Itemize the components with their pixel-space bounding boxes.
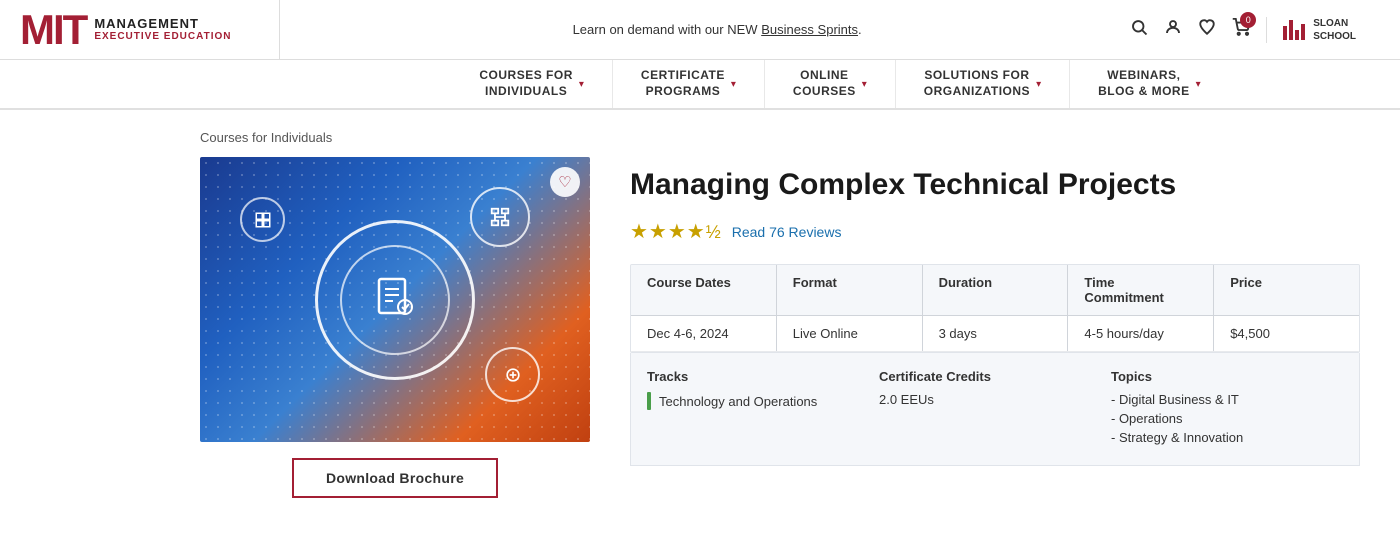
header-course-dates: Course Dates (631, 265, 777, 315)
course-layout: ♡ Download Brochure Managing Complex Tec… (200, 157, 1360, 498)
course-right-panel: Managing Complex Technical Projects ★★★★… (630, 157, 1360, 466)
topic-item-2: - Operations (1111, 411, 1343, 426)
course-details-table: Course Dates Format Duration Time Commit… (630, 264, 1360, 353)
tech-overlay (200, 157, 590, 442)
course-left-panel: ♡ Download Brochure (200, 157, 590, 498)
cell-price: $4,500 (1214, 316, 1359, 351)
tracks-label: Tracks (647, 369, 879, 384)
top-banner: MIT MANAGEMENT EXECUTIVE EDUCATION Learn… (0, 0, 1400, 60)
track-item: Technology and Operations (647, 392, 879, 410)
document-icon (377, 277, 413, 323)
banner-message: Learn on demand with our NEW Business Sp… (280, 22, 1130, 37)
topics-label: Topics (1111, 369, 1343, 384)
nav-item-online-courses[interactable]: ONLINECOURSES ▾ (765, 60, 896, 108)
favorite-button[interactable]: ♡ (550, 167, 580, 197)
business-sprints-link[interactable]: Business Sprints (761, 22, 858, 37)
credits-label: Certificate Credits (879, 369, 1111, 384)
sloan-text: SLOAN SCHOOL (1313, 17, 1356, 43)
sloan-logo: SLOAN SCHOOL (1266, 17, 1356, 43)
cell-time-commitment: 4-5 hours/day (1068, 316, 1214, 351)
favorites-button[interactable] (1198, 18, 1216, 41)
logo-area[interactable]: MIT MANAGEMENT EXECUTIVE EDUCATION (0, 0, 280, 60)
chevron-down-icon: ▾ (1196, 79, 1201, 90)
track-name: Technology and Operations (659, 394, 817, 409)
cell-duration: 3 days (923, 316, 1069, 351)
logo-subtitle: MANAGEMENT EXECUTIVE EDUCATION (94, 16, 231, 44)
topics-section: Topics - Digital Business & IT - Operati… (1111, 369, 1343, 449)
sloan-bars-icon (1283, 20, 1305, 40)
credits-value: 2.0 EEUs (879, 392, 1111, 407)
breadcrumb: Courses for Individuals (200, 130, 1360, 145)
chevron-down-icon: ▾ (1036, 79, 1041, 90)
header-time-commitment: Time Commitment (1068, 265, 1214, 315)
small-circle-left-icon (240, 197, 285, 242)
chevron-down-icon: ▾ (731, 79, 736, 90)
main-content: Courses for Individuals (0, 110, 1400, 528)
chevron-down-icon: ▾ (579, 79, 584, 90)
search-button[interactable] (1130, 18, 1148, 41)
nav-item-webinars[interactable]: WEBINARS,BLOG & MORE ▾ (1070, 60, 1229, 108)
star-rating: ★★★★½ (630, 219, 722, 244)
course-image (200, 157, 590, 442)
track-color-bar (647, 392, 651, 410)
table-header-row: Course Dates Format Duration Time Commit… (631, 265, 1359, 316)
chevron-down-icon: ▾ (862, 79, 867, 90)
lower-info-panel: Tracks Technology and Operations Certifi… (630, 353, 1360, 466)
cart-count: 0 (1240, 12, 1256, 28)
nav-item-courses-individuals[interactable]: COURSES FORINDIVIDUALS ▾ (451, 60, 613, 108)
mit-logo-text: MIT (20, 9, 86, 51)
nav-item-certificate-programs[interactable]: CERTIFICATEPROGRAMS ▾ (613, 60, 765, 108)
header-icons: 0 SLOAN SCHOOL (1130, 17, 1356, 43)
header-duration: Duration (923, 265, 1069, 315)
topic-item-1: - Digital Business & IT (1111, 392, 1343, 407)
cell-course-dates: Dec 4-6, 2024 (631, 316, 777, 351)
nav-item-solutions-orgs[interactable]: SOLUTIONS FORORGANIZATIONS ▾ (896, 60, 1070, 108)
main-nav: COURSES FORINDIVIDUALS ▾ CERTIFICATEPROG… (0, 60, 1400, 110)
header-format: Format (777, 265, 923, 315)
cart-button[interactable]: 0 (1232, 18, 1250, 41)
cell-format: Live Online (777, 316, 923, 351)
read-reviews-link[interactable]: Read 76 Reviews (732, 224, 842, 240)
account-button[interactable] (1164, 18, 1182, 41)
course-image-wrapper: ♡ (200, 157, 590, 442)
topic-item-3: - Strategy & Innovation (1111, 430, 1343, 445)
course-title: Managing Complex Technical Projects (630, 167, 1360, 203)
inner-circle-icon (340, 245, 450, 355)
rating-row: ★★★★½ Read 76 Reviews (630, 219, 1360, 244)
table-data-row: Dec 4-6, 2024 Live Online 3 days 4-5 hou… (631, 316, 1359, 352)
small-circle-top-icon (470, 187, 530, 247)
credits-section: Certificate Credits 2.0 EEUs (879, 369, 1111, 449)
big-circle-icon (315, 220, 475, 380)
download-brochure-button[interactable]: Download Brochure (292, 458, 498, 498)
header-price: Price (1214, 265, 1359, 315)
small-circle-bottom-icon (485, 347, 540, 402)
tracks-section: Tracks Technology and Operations (647, 369, 879, 449)
